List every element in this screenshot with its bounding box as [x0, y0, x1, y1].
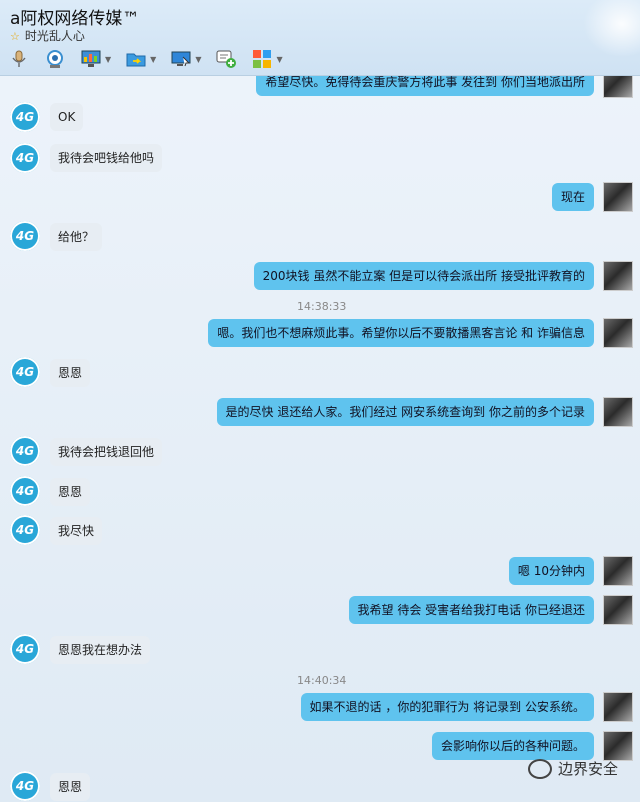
- contact-avatar[interactable]: 4G: [10, 143, 40, 173]
- chevron-down-icon[interactable]: ▼: [276, 55, 282, 64]
- contact-avatar[interactable]: 4G: [10, 634, 40, 664]
- chat-header: a阿权网络传媒™ ☆ 时光乱人心 ▼ ▼ ▼ ▼: [0, 0, 640, 75]
- chat-history[interactable]: 希望尽快。免得待会重庆警方将此事 发往到 你们当地派出所 4G OK 4G 我待…: [0, 76, 640, 802]
- contact-avatar[interactable]: 4G: [10, 357, 40, 387]
- watermark: 边界安全: [528, 758, 618, 779]
- folder-transfer-icon: [126, 53, 146, 67]
- message-outgoing: 200块钱 虽然不能立案 但是可以待会派出所 接受批评教育的: [253, 262, 594, 290]
- star-icon: ☆: [10, 30, 20, 43]
- screen-share-icon: [81, 50, 101, 67]
- chevron-down-icon[interactable]: ▼: [105, 55, 111, 64]
- remote-desktop-button[interactable]: ▼: [170, 49, 201, 69]
- my-avatar[interactable]: [603, 731, 633, 761]
- voice-button[interactable]: [8, 49, 30, 69]
- contact-avatar[interactable]: 4G: [10, 221, 40, 251]
- video-button[interactable]: [44, 49, 66, 69]
- decorative-feather: [580, 0, 640, 60]
- add-chat-button[interactable]: [215, 49, 237, 69]
- toolbar: ▼ ▼ ▼ ▼: [8, 46, 297, 72]
- my-avatar[interactable]: [603, 595, 633, 625]
- screen-share-button[interactable]: ▼: [80, 49, 111, 69]
- contact-avatar[interactable]: 4G: [10, 436, 40, 466]
- contact-avatar[interactable]: 4G: [10, 771, 40, 801]
- message-outgoing: 希望尽快。免得待会重庆警方将此事 发往到 你们当地派出所: [256, 76, 594, 96]
- status-text: 时光乱人心: [24, 29, 85, 43]
- my-avatar[interactable]: [603, 556, 633, 586]
- message-outgoing: 是的尽快 退还给人家。我们经过 网安系统查询到 你之前的多个记录: [216, 398, 594, 426]
- message-outgoing: 现在: [551, 183, 594, 211]
- message-incoming: 恩恩我在想办法: [50, 636, 151, 664]
- message-outgoing: 我希望 待会 受害者给我打电话 你已经退还: [348, 596, 594, 624]
- wechat-logo-icon: [528, 758, 552, 779]
- chevron-down-icon[interactable]: ▼: [195, 55, 201, 64]
- webcam-icon: [47, 50, 63, 68]
- contact-avatar[interactable]: 4G: [10, 515, 40, 545]
- my-avatar[interactable]: [603, 76, 633, 98]
- watermark-text: 边界安全: [558, 760, 619, 778]
- remote-desktop-icon: [171, 51, 191, 67]
- apps-button[interactable]: ▼: [251, 49, 283, 69]
- timestamp: 14:38:33: [297, 300, 347, 313]
- message-incoming: OK: [50, 103, 84, 131]
- microphone-icon: [12, 50, 26, 67]
- my-avatar[interactable]: [603, 318, 633, 348]
- timestamp: 14:40:34: [297, 674, 347, 687]
- apps-grid-icon: [253, 50, 272, 68]
- my-avatar[interactable]: [603, 692, 633, 722]
- message-outgoing: 嗯 10分钟内: [508, 557, 594, 585]
- message-outgoing: 嗯。我们也不想麻烦此事。希望你以后不要散播黑客言论 和 诈骗信息: [208, 319, 594, 347]
- chevron-down-icon[interactable]: ▼: [150, 55, 156, 64]
- message-incoming: 恩恩: [50, 478, 91, 506]
- contact-status: ☆ 时光乱人心: [10, 27, 85, 44]
- message-incoming: 恩恩: [50, 359, 91, 387]
- message-outgoing: 如果不退的话 ，你的犯罪行为 将记录到 公安系统。: [300, 693, 594, 721]
- contact-name: a阿权网络传媒™: [10, 9, 140, 29]
- message-incoming: 我待会把钱退回他: [50, 438, 163, 466]
- my-avatar[interactable]: [603, 182, 633, 212]
- add-chat-icon: [216, 50, 237, 68]
- contact-avatar[interactable]: 4G: [10, 476, 40, 506]
- message-incoming: 我待会吧钱给他吗: [50, 144, 163, 172]
- message-outgoing: 会影响你以后的各种问题。: [431, 732, 594, 760]
- contact-avatar[interactable]: 4G: [10, 102, 40, 132]
- message-incoming: 恩恩: [50, 773, 91, 801]
- message-incoming: 给他？: [50, 223, 103, 251]
- my-avatar[interactable]: [603, 261, 633, 291]
- message-incoming: 我尽快: [50, 517, 103, 545]
- my-avatar[interactable]: [603, 397, 633, 427]
- file-transfer-button[interactable]: ▼: [125, 49, 156, 69]
